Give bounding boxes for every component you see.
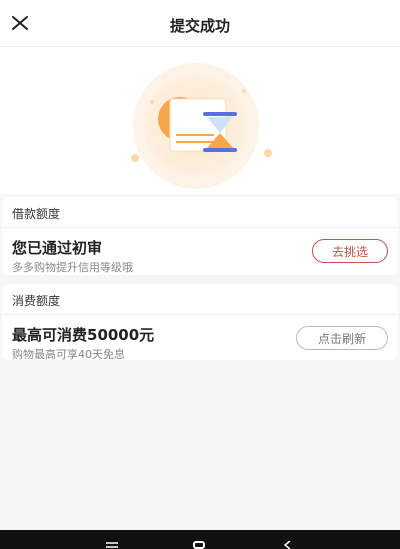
loan-limit-card: 借款额度 您已通过初审 多多购物提升信用等级哦 去挑选: [2, 197, 398, 275]
page-title: 提交成功: [169, 17, 230, 35]
loan-card-heading: 借款额度: [12, 207, 61, 221]
menu-icon[interactable]: [106, 542, 118, 548]
top-bar: 提交成功: [0, 0, 400, 47]
document-hourglass-illustration: ¥: [131, 63, 272, 189]
back-icon[interactable]: [283, 541, 293, 549]
go-select-button[interactable]: 去挑选: [312, 239, 388, 263]
hero-section: ¥: [0, 47, 400, 194]
spending-limit-card: 消费额度 最高可消费50000元 购物最高可享40天免息 点击刷新: [2, 284, 398, 361]
refresh-button[interactable]: 点击刷新: [296, 326, 388, 350]
loan-hint-text: 多多购物提升信用等级哦: [12, 261, 133, 274]
divider: [2, 227, 398, 228]
spend-card-heading: 消费额度: [12, 294, 61, 308]
divider: [2, 314, 398, 315]
home-icon[interactable]: [193, 541, 205, 549]
spend-hint-text: 购物最高可享40天免息: [12, 348, 125, 361]
spend-status-text: 最高可消费50000元: [12, 326, 155, 344]
loan-status-text: 您已通过初审: [12, 239, 103, 257]
system-nav-bar: [0, 530, 400, 549]
